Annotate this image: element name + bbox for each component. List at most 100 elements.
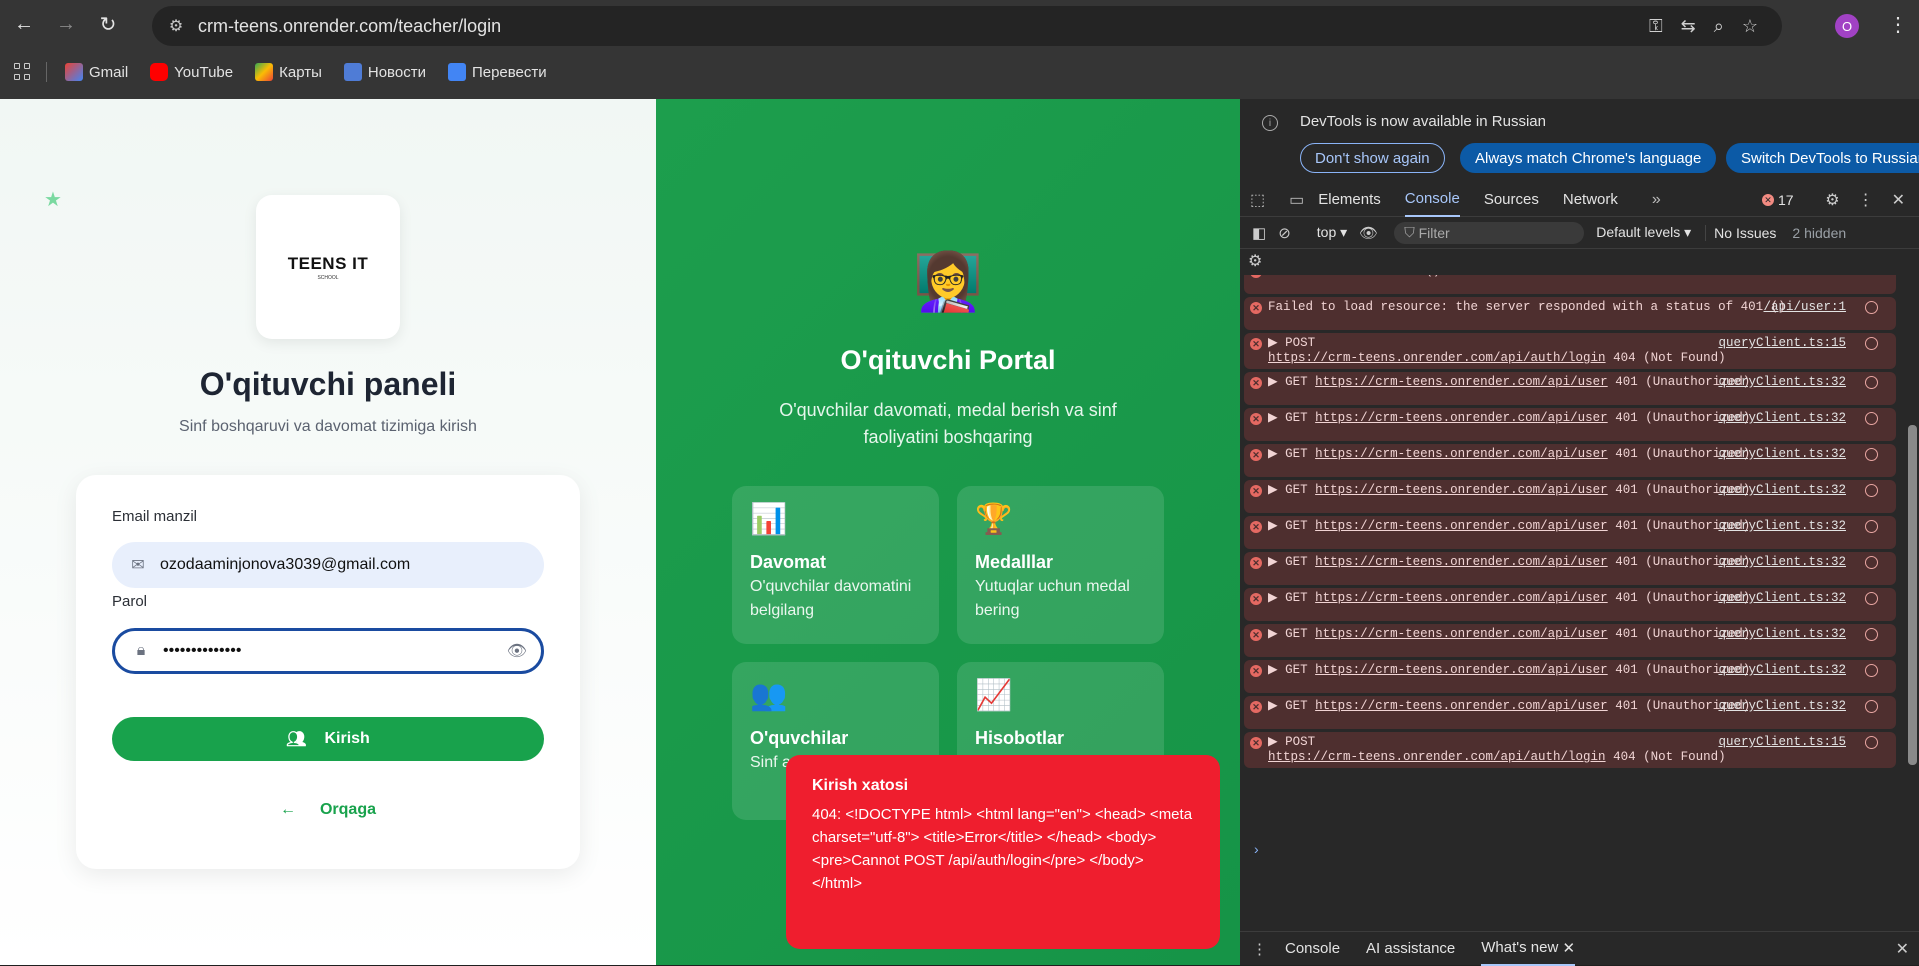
console-error-message[interactable]: ✕ ▶ GET https://crm-teens.onrender.com/ap… [1244, 408, 1896, 441]
explain-icon[interactable] [1865, 301, 1878, 314]
chrome-menu-icon[interactable]: ⋮ [1888, 12, 1908, 37]
explain-icon[interactable] [1865, 412, 1878, 425]
source-link[interactable]: queryClient.ts:32 [1718, 627, 1846, 642]
profile-avatar[interactable]: O [1835, 14, 1859, 38]
live-expression-eye-icon[interactable]: 👁︎ [1359, 224, 1378, 242]
request-url-link[interactable]: https://crm-teens.onrender.com/api/auth/… [1268, 351, 1606, 365]
console-settings-icon[interactable]: ⚙ [1248, 251, 1262, 271]
close-devtools-icon[interactable]: ✕ [1892, 190, 1905, 210]
url-text[interactable]: crm-teens.onrender.com/teacher/login [198, 16, 501, 37]
bookmark-maps[interactable]: Карты [255, 63, 322, 81]
sidebar-toggle-icon[interactable]: ◧ [1252, 224, 1266, 242]
source-link[interactable]: queryClient.ts:32 [1718, 519, 1846, 534]
context-selector[interactable]: top ▾ [1317, 224, 1347, 241]
password-value[interactable]: •••••••••••••• [163, 642, 241, 660]
console-error-message[interactable]: ✕ ▶ GET https://crm-teens.onrender.com/ap… [1244, 372, 1896, 405]
tab-network[interactable]: Network [1563, 183, 1618, 217]
source-link[interactable]: queryClient.ts:32 [1718, 483, 1846, 498]
console-error-message[interactable]: ✕ with a status of 404 () [1244, 275, 1896, 294]
site-info-icon[interactable]: ⚙ [162, 12, 190, 40]
drawer-tab-whats-new[interactable]: What's new ✕ [1481, 932, 1576, 966]
console-error-message[interactable]: ✕ ▶ GET https://crm-teens.onrender.com/ap… [1244, 624, 1896, 657]
issues-button[interactable]: No Issues [1705, 224, 1776, 241]
device-toolbar-icon[interactable]: ▭ [1289, 190, 1304, 210]
request-url-link[interactable]: https://crm-teens.onrender.com/api/user [1315, 555, 1608, 569]
source-link[interactable]: queryClient.ts:15 [1718, 735, 1846, 750]
bookmark-star-icon[interactable]: ☆ [1742, 16, 1758, 37]
request-url-link[interactable]: https://crm-teens.onrender.com/api/auth/… [1268, 750, 1606, 764]
address-bar[interactable]: ⚙ crm-teens.onrender.com/teacher/login ⚿… [152, 6, 1782, 46]
source-link[interactable]: queryClient.ts:32 [1718, 555, 1846, 570]
apps-grid-icon[interactable] [14, 63, 32, 81]
tab-sources[interactable]: Sources [1484, 183, 1539, 217]
console-error-message[interactable]: ✕ ▶ POST https://crm-teens.onrender.com/ap… [1244, 333, 1896, 369]
bookmark-news[interactable]: Новости [343, 63, 426, 81]
explain-icon[interactable] [1865, 337, 1878, 350]
email-value[interactable]: ozodaaminjonova3039@gmail.com [160, 556, 410, 574]
tab-console[interactable]: Console [1404, 183, 1460, 217]
explain-icon[interactable] [1865, 448, 1878, 461]
source-link[interactable]: /api/user:1 [1763, 300, 1846, 315]
error-counter[interactable]: ✕ 17 [1762, 183, 1794, 217]
console-error-message[interactable]: ✕ ▶ GET https://crm-teens.onrender.com/ap… [1244, 480, 1896, 513]
close-drawer-icon[interactable]: ✕ [1896, 939, 1909, 959]
source-link[interactable]: queryClient.ts:32 [1718, 591, 1846, 606]
forward-icon[interactable]: → [48, 6, 84, 42]
key-icon[interactable]: ⚿ [1649, 16, 1663, 37]
explain-icon[interactable] [1865, 376, 1878, 389]
tab-elements[interactable]: Elements [1318, 183, 1381, 217]
console-error-message[interactable]: ✕ ▶ GET https://crm-teens.onrender.com/ap… [1244, 444, 1896, 477]
request-url-link[interactable]: https://crm-teens.onrender.com/api/user [1315, 663, 1608, 677]
source-link[interactable]: queryClient.ts:32 [1718, 699, 1846, 714]
email-field[interactable]: ✉ ozodaaminjonova3039@gmail.com [112, 542, 544, 588]
request-url-link[interactable]: https://crm-teens.onrender.com/api/user [1315, 375, 1608, 389]
request-url-link[interactable]: https://crm-teens.onrender.com/api/user [1315, 627, 1608, 641]
console-filter-input[interactable]: ⛉ Filter [1394, 221, 1585, 244]
translate-icon[interactable]: ⇆ [1681, 16, 1696, 37]
console-error-message[interactable]: ✕ ▶ GET https://crm-teens.onrender.com/ap… [1244, 516, 1896, 549]
explain-icon[interactable] [1865, 628, 1878, 641]
source-link[interactable]: queryClient.ts:32 [1718, 375, 1846, 390]
explain-icon[interactable] [1865, 520, 1878, 533]
explain-icon[interactable] [1865, 484, 1878, 497]
dont-show-again-button[interactable]: Don't show again [1300, 143, 1445, 173]
explain-icon[interactable] [1865, 736, 1878, 749]
console-error-message[interactable]: ✕ ▶ GET https://crm-teens.onrender.com/ap… [1244, 660, 1896, 693]
eye-icon[interactable]: 👁︎ [507, 641, 527, 661]
source-link[interactable]: queryClient.ts:32 [1718, 447, 1846, 462]
drawer-tab-console[interactable]: Console [1285, 940, 1340, 957]
console-error-message[interactable]: ✕ ▶ GET https://crm-teens.onrender.com/ap… [1244, 552, 1896, 585]
explain-icon[interactable] [1865, 556, 1878, 569]
console-error-message[interactable]: ✕ ▶ GET https://crm-teens.onrender.com/ap… [1244, 588, 1896, 621]
login-button[interactable]: 👥︎ Kirish [112, 717, 544, 761]
more-options-icon[interactable]: ⋮ [1858, 190, 1874, 210]
settings-gear-icon[interactable]: ⚙ [1825, 190, 1839, 210]
request-url-link[interactable]: https://crm-teens.onrender.com/api/user [1315, 447, 1608, 461]
console-scrollbar[interactable] [1908, 235, 1917, 835]
reload-icon[interactable]: ↻ [90, 6, 126, 42]
switch-language-button[interactable]: Switch DevTools to Russian [1726, 143, 1919, 173]
drawer-menu-icon[interactable]: ⋮ [1252, 940, 1267, 958]
request-url-link[interactable]: https://crm-teens.onrender.com/api/user [1315, 519, 1608, 533]
request-url-link[interactable]: https://crm-teens.onrender.com/api/user [1315, 699, 1608, 713]
more-tabs-icon[interactable]: » [1652, 191, 1661, 209]
back-link[interactable]: ← Orqaga [76, 801, 580, 819]
bookmark-youtube[interactable]: YouTube [150, 63, 233, 81]
console-error-message[interactable]: ✕ Failed to load resource: the server res… [1244, 297, 1896, 330]
console-error-message[interactable]: ✕ ▶ POST https://crm-teens.onrender.com/ap… [1244, 732, 1896, 768]
explain-icon[interactable] [1865, 664, 1878, 677]
source-link[interactable]: queryClient.ts:15 [1718, 336, 1846, 351]
explain-icon[interactable] [1865, 700, 1878, 713]
inspect-icon[interactable]: ⬚ [1250, 190, 1265, 210]
match-language-button[interactable]: Always match Chrome's language [1460, 143, 1717, 173]
console-error-message[interactable]: ✕ ▶ GET https://crm-teens.onrender.com/ap… [1244, 696, 1896, 729]
clear-console-icon[interactable]: ⊘ [1278, 224, 1291, 242]
bookmark-gmail[interactable]: Gmail [65, 63, 128, 81]
drawer-tab-ai-assistance[interactable]: AI assistance [1366, 940, 1455, 957]
zoom-icon[interactable]: ⌕ [1714, 16, 1724, 37]
bookmark-translate[interactable]: Перевести [447, 63, 547, 81]
source-link[interactable]: queryClient.ts:32 [1718, 663, 1846, 678]
request-url-link[interactable]: https://crm-teens.onrender.com/api/user [1315, 411, 1608, 425]
console-prompt[interactable]: › [1254, 841, 1259, 857]
log-levels-dropdown[interactable]: Default levels ▾ [1596, 224, 1691, 241]
